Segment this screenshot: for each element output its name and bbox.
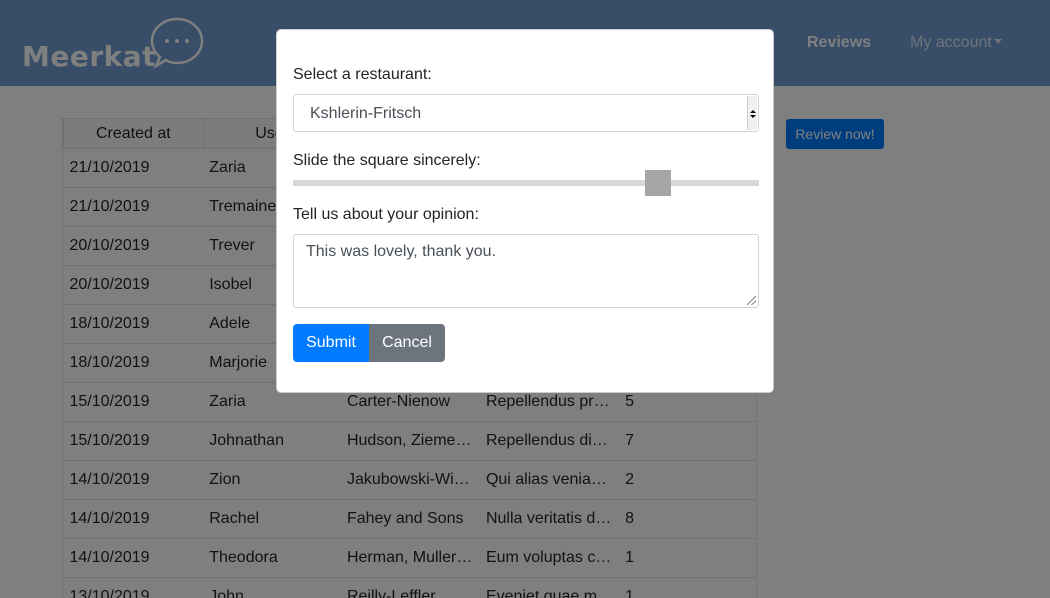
restaurant-label: Select a restaurant: (293, 66, 432, 83)
select-arrows-icon (747, 96, 757, 130)
slider-label: Slide the square sincerely: (293, 152, 481, 169)
restaurant-select[interactable]: Kshlerin-Fritsch (293, 94, 759, 132)
submit-button[interactable]: Submit (293, 324, 369, 362)
opinion-textarea[interactable]: This was lovely, thank you. (293, 234, 759, 308)
opinion-text: This was lovely, thank you. (306, 243, 497, 260)
resize-grip-icon[interactable] (747, 296, 756, 305)
sincerity-slider-thumb[interactable] (645, 170, 671, 196)
review-modal: Select a restaurant: Kshlerin-Fritsch Sl… (276, 29, 774, 393)
opinion-label: Tell us about your opinion: (293, 206, 479, 223)
cancel-button[interactable]: Cancel (369, 324, 445, 362)
sincerity-slider-track[interactable] (293, 180, 759, 186)
restaurant-select-value: Kshlerin-Fritsch (310, 105, 422, 122)
